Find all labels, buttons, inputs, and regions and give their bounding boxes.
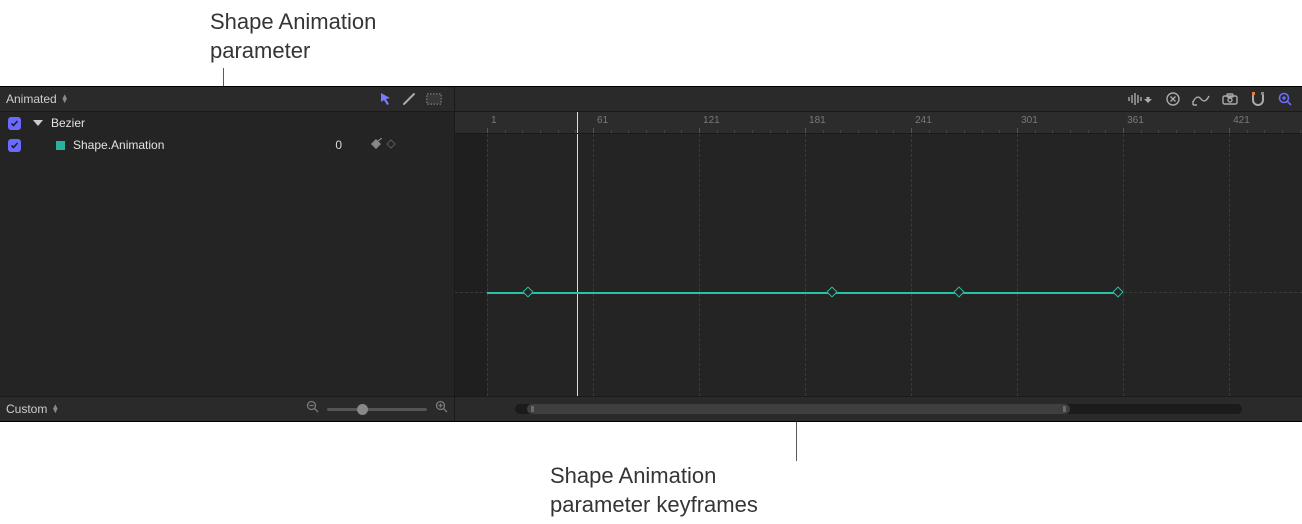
keyframe-diamond[interactable] — [522, 286, 533, 297]
keyframe-editor-panel: Animated ▲▼ — [0, 86, 1302, 422]
keyframe-controls — [370, 138, 396, 153]
popup-chevrons-icon: ▲▼ — [61, 95, 69, 103]
vertical-gridline — [1017, 134, 1018, 396]
audio-waveform-popup-icon[interactable] — [1128, 92, 1154, 106]
scrollbar-handle-left[interactable] — [531, 406, 534, 412]
vertical-gridline — [805, 134, 806, 396]
zoom-out-icon[interactable] — [306, 400, 319, 418]
time-ruler[interactable]: 16112118124130136142148 — [455, 112, 1302, 134]
add-keyframe-icon[interactable] — [370, 138, 382, 153]
popup-chevrons-icon: ▲▼ — [51, 405, 59, 413]
parameter-list: Bezier Shape.Animation 0 — [0, 112, 455, 396]
parameter-row-label: Bezier — [51, 116, 85, 130]
curve-set-filter-label: Animated — [6, 92, 57, 106]
parameter-row-label: Shape.Animation — [73, 138, 164, 152]
keyframe-diamond[interactable] — [953, 286, 964, 297]
interpolation-label: Custom — [6, 402, 47, 416]
interpolation-popup[interactable]: Custom ▲▼ — [6, 402, 59, 416]
visibility-checkbox[interactable] — [8, 139, 21, 152]
next-keyframe-icon[interactable] — [386, 138, 396, 152]
disclosure-triangle-icon[interactable] — [33, 120, 43, 126]
curve-graph[interactable] — [455, 134, 1302, 396]
keyframe-diamond[interactable] — [1112, 286, 1123, 297]
take-curve-snapshot-icon[interactable] — [1222, 93, 1238, 105]
transform-keyframes-tool-icon[interactable] — [426, 93, 442, 105]
vertical-gridline — [593, 134, 594, 396]
fit-visible-curves-icon[interactable] — [1192, 92, 1210, 106]
clear-curve-list-icon[interactable] — [1166, 92, 1180, 106]
vertical-zoom-slider[interactable] — [327, 408, 427, 411]
visibility-checkbox[interactable] — [8, 117, 21, 130]
zoom-in-icon[interactable] — [435, 400, 448, 418]
vertical-gridline — [699, 134, 700, 396]
slider-thumb[interactable] — [357, 404, 368, 415]
playhead[interactable] — [577, 112, 578, 134]
timeline-scrollbar[interactable] — [515, 404, 1242, 414]
parameter-row-shape-animation[interactable]: Shape.Animation 0 — [0, 134, 454, 156]
parameter-row-bezier[interactable]: Bezier — [0, 112, 454, 134]
scrollbar-thumb[interactable] — [527, 404, 1070, 414]
toolbar-right-section — [455, 87, 1302, 111]
toolbar-left-section: Animated ▲▼ — [0, 87, 455, 111]
zoom-timeline-icon[interactable] — [1278, 92, 1292, 106]
playhead[interactable] — [577, 134, 578, 396]
pre-range-shade — [455, 134, 487, 396]
curve-segment[interactable] — [487, 292, 1118, 294]
curve-graph-area[interactable]: 16112118124130136142148 — [455, 112, 1302, 396]
keyframe-diamond[interactable] — [826, 286, 837, 297]
callout-shape-animation-param: Shape Animationparameter — [210, 8, 376, 65]
curve-color-swatch — [56, 141, 65, 150]
callout-shape-animation-keyframes: Shape Animationparameter keyframes — [550, 462, 758, 519]
curve-set-filter-popup[interactable]: Animated ▲▼ — [6, 92, 69, 106]
vertical-gridline — [911, 134, 912, 396]
parameter-value[interactable]: 0 — [335, 138, 342, 152]
vertical-gridline — [1229, 134, 1230, 396]
snapping-toggle-icon[interactable] — [1250, 92, 1266, 106]
keyframe-editor-toolbar: Animated ▲▼ — [0, 87, 1302, 112]
edit-keyframes-tool-icon[interactable] — [380, 92, 392, 106]
vertical-gridline — [1123, 134, 1124, 396]
scrollbar-handle-right[interactable] — [1063, 406, 1066, 412]
keyframe-editor-footer: Custom ▲▼ — [0, 396, 1302, 421]
vertical-gridline — [487, 134, 488, 396]
sketch-keyframes-tool-icon[interactable] — [402, 92, 416, 106]
